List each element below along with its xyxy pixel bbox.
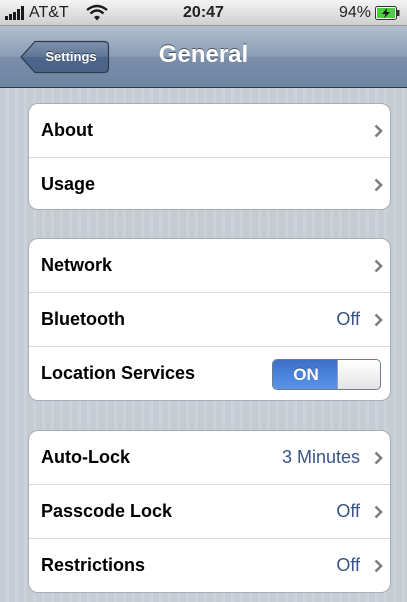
row-value: Off xyxy=(336,555,360,575)
battery-charging-icon xyxy=(375,6,400,20)
chevron-right-icon xyxy=(374,124,383,138)
chevron-right-icon xyxy=(374,178,383,192)
settings-group-info: About Usage xyxy=(28,103,391,210)
page-title: General xyxy=(158,41,249,68)
location-services-toggle[interactable]: ON xyxy=(272,359,381,390)
row-label: Restrictions xyxy=(41,555,146,575)
settings-group-connectivity: Network Bluetooth Off Location Services … xyxy=(28,238,391,401)
row-label: Location Services xyxy=(41,363,196,383)
row-label: Usage xyxy=(41,174,96,194)
row-network[interactable]: Network xyxy=(29,239,390,293)
row-value: Off xyxy=(336,501,360,521)
row-location-services: Location Services ON xyxy=(29,347,390,400)
row-value: Off xyxy=(336,309,360,329)
row-about[interactable]: About xyxy=(29,104,390,158)
row-label: About xyxy=(41,120,93,140)
row-bluetooth[interactable]: Bluetooth Off xyxy=(29,293,390,347)
chevron-right-icon xyxy=(374,451,383,465)
chevron-right-icon xyxy=(374,259,383,273)
row-passcode-lock[interactable]: Passcode Lock Off xyxy=(29,485,390,539)
battery-percent: 94% xyxy=(338,4,371,21)
row-restrictions[interactable]: Restrictions Off xyxy=(29,539,390,592)
row-label: Network xyxy=(41,255,113,275)
row-label: Auto-Lock xyxy=(41,447,130,467)
settings-group-security: Auto-Lock 3 Minutes Passcode Lock Off Re… xyxy=(28,430,391,593)
chevron-right-icon xyxy=(374,313,383,327)
chevron-right-icon xyxy=(374,559,383,573)
toggle-knob[interactable] xyxy=(337,360,380,389)
chevron-right-icon xyxy=(374,505,383,519)
row-label: Passcode Lock xyxy=(41,501,173,521)
toggle-on-label: ON xyxy=(273,360,339,389)
row-label: Bluetooth xyxy=(41,309,125,329)
row-auto-lock[interactable]: Auto-Lock 3 Minutes xyxy=(29,431,390,485)
row-value: 3 Minutes xyxy=(281,447,360,467)
status-bar: AT&T 20:47 94% xyxy=(0,0,407,26)
navigation-bar: Settings General xyxy=(0,26,407,88)
row-usage[interactable]: Usage xyxy=(29,158,390,209)
